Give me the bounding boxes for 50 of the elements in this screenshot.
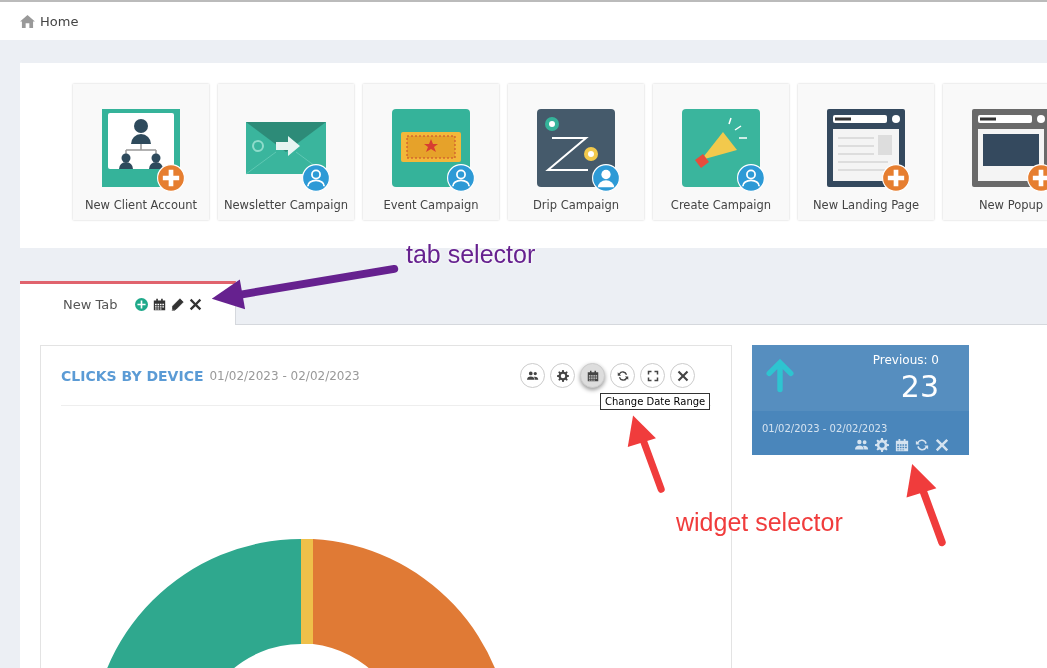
users-icon xyxy=(526,369,539,382)
users-button[interactable] xyxy=(520,363,545,388)
org-icon xyxy=(101,108,181,188)
expand-icon xyxy=(646,369,659,382)
landing-icon xyxy=(826,108,906,188)
shortcut-tile[interactable]: New Landing Page xyxy=(798,84,934,220)
refresh-icon[interactable] xyxy=(915,438,929,452)
home-icon xyxy=(20,14,35,28)
refresh-icon xyxy=(616,369,629,382)
tooltip: Change Date Range xyxy=(600,393,711,410)
shortcut-tile[interactable]: New Client Account xyxy=(73,84,209,220)
plus-badge-icon xyxy=(882,164,910,192)
tab-label: New Tab xyxy=(63,297,118,312)
refresh-button[interactable] xyxy=(610,363,635,388)
date-range: 01/02/2023 - 02/02/2023 xyxy=(209,368,360,383)
plus-badge-icon xyxy=(157,164,185,192)
close-button[interactable] xyxy=(670,363,695,388)
shortcut-tile[interactable]: Drip Campaign xyxy=(508,84,644,220)
date-range: 01/02/2023 - 02/02/2023 xyxy=(762,423,888,434)
route-icon xyxy=(536,108,616,188)
people-badge-icon xyxy=(302,164,330,192)
people-badge-icon xyxy=(447,164,475,192)
popup-icon xyxy=(971,108,1047,188)
calendar-icon xyxy=(586,369,599,382)
tab[interactable]: New Tab xyxy=(20,281,236,325)
megaphone-icon xyxy=(681,108,761,188)
calendar-icon[interactable] xyxy=(152,298,166,311)
close-icon[interactable] xyxy=(188,298,202,311)
calendar-button[interactable] xyxy=(580,363,605,388)
pencil-icon[interactable] xyxy=(170,298,184,311)
shortcut-tile[interactable]: New Popup xyxy=(943,84,1047,220)
people-badge-icon xyxy=(737,164,765,192)
settings-icon[interactable] xyxy=(875,438,889,452)
plus-badge-icon xyxy=(1027,164,1047,192)
expand-button[interactable] xyxy=(640,363,665,388)
shortcut-tile[interactable]: Create Campaign xyxy=(653,84,789,220)
shortcut-tile[interactable]: Event Campaign xyxy=(363,84,499,220)
ticket-icon xyxy=(391,108,471,188)
settings-icon xyxy=(556,369,569,382)
annotation-label: widget selector xyxy=(676,508,843,537)
annotation-label: tab selector xyxy=(406,240,536,269)
previous-value: Previous: 0 xyxy=(872,353,939,367)
stat-value: 23 xyxy=(900,369,939,404)
users-icon[interactable] xyxy=(855,438,869,452)
person-badge-icon xyxy=(592,164,620,192)
shortcut-tile[interactable]: Newsletter Campaign xyxy=(218,84,354,220)
settings-button[interactable] xyxy=(550,363,575,388)
widget-title: CLICKS BY DEVICE xyxy=(61,367,204,384)
breadcrumb-home[interactable]: Home xyxy=(40,13,79,29)
close-icon xyxy=(676,369,689,382)
